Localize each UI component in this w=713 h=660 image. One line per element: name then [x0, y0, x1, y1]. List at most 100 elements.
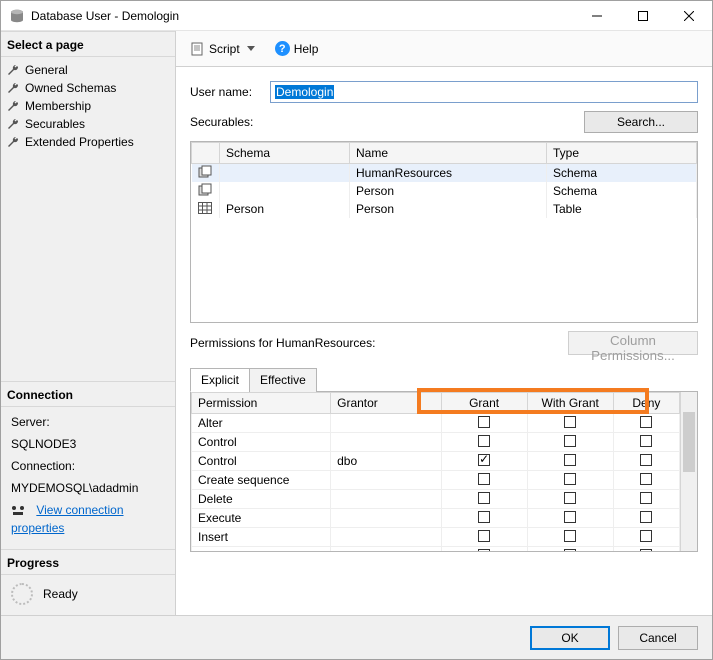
checkbox-cell[interactable] [527, 433, 613, 452]
window-title: Database User - Demologin [31, 9, 574, 23]
col-name[interactable]: Name [350, 143, 547, 164]
tab-explicit[interactable]: Explicit [190, 368, 250, 392]
checkbox-icon[interactable] [564, 473, 576, 485]
vertical-scrollbar[interactable] [680, 392, 697, 551]
checkbox-cell[interactable] [613, 490, 679, 509]
close-button[interactable] [666, 1, 712, 31]
checkbox-icon[interactable] [478, 530, 490, 542]
user-name-input[interactable]: Demologin [270, 81, 698, 103]
nav-item-general[interactable]: General [1, 61, 175, 79]
search-button[interactable]: Search... [584, 111, 698, 133]
checkbox-cell[interactable] [441, 490, 527, 509]
securables-grid[interactable]: Schema Name Type HumanResourcesSchemaPer… [190, 141, 698, 323]
nav-item-owned-schemas[interactable]: Owned Schemas [1, 79, 175, 97]
minimize-button[interactable] [574, 1, 620, 31]
cancel-button[interactable]: Cancel [618, 626, 698, 650]
dialog-footer: OK Cancel [1, 615, 712, 659]
cell-permission: Control [192, 452, 331, 471]
ok-button[interactable]: OK [530, 626, 610, 650]
col-schema[interactable]: Schema [220, 143, 350, 164]
cell-grantor [331, 547, 441, 552]
checkbox-icon[interactable] [564, 511, 576, 523]
checkbox-cell[interactable] [613, 528, 679, 547]
checkbox-icon[interactable] [640, 549, 652, 552]
permission-row[interactable]: References [192, 547, 680, 552]
checkbox-cell[interactable] [527, 452, 613, 471]
securable-row[interactable]: HumanResourcesSchema [192, 164, 697, 183]
checkbox-cell[interactable] [613, 471, 679, 490]
checkbox-cell[interactable] [441, 433, 527, 452]
checkbox-cell[interactable] [527, 547, 613, 552]
checkbox-icon[interactable] [478, 416, 490, 428]
checkbox-cell[interactable] [441, 452, 527, 471]
checkbox-cell[interactable] [441, 414, 527, 433]
permission-row[interactable]: Control [192, 433, 680, 452]
checkbox-icon[interactable] [640, 492, 652, 504]
tab-effective[interactable]: Effective [249, 368, 317, 392]
securable-row[interactable]: PersonSchema [192, 182, 697, 200]
cell-type: Schema [547, 164, 697, 183]
checkbox-icon[interactable] [564, 549, 576, 552]
checkbox-cell[interactable] [441, 547, 527, 552]
checkbox-icon[interactable] [478, 549, 490, 552]
checkbox-icon[interactable] [478, 454, 490, 466]
nav-item-membership[interactable]: Membership [1, 97, 175, 115]
checkbox-cell[interactable] [527, 414, 613, 433]
wrench-icon [7, 136, 19, 148]
col-deny[interactable]: Deny [613, 393, 679, 414]
checkbox-cell[interactable] [527, 471, 613, 490]
permission-row[interactable]: Execute [192, 509, 680, 528]
checkbox-icon[interactable] [640, 530, 652, 542]
permissions-grid[interactable]: Permission Grantor Grant With Grant Deny… [190, 392, 698, 552]
checkbox-cell[interactable] [441, 509, 527, 528]
checkbox-icon[interactable] [478, 511, 490, 523]
checkbox-cell[interactable] [441, 471, 527, 490]
col-grant[interactable]: Grant [441, 393, 527, 414]
checkbox-cell[interactable] [613, 414, 679, 433]
scrollbar-thumb[interactable] [683, 412, 695, 472]
col-grantor[interactable]: Grantor [331, 393, 441, 414]
checkbox-icon[interactable] [640, 454, 652, 466]
col-icon[interactable] [192, 143, 220, 164]
progress-status: Ready [43, 587, 78, 601]
help-button[interactable]: ? Help [268, 37, 326, 60]
checkbox-icon[interactable] [478, 435, 490, 447]
content-area: User name: Demologin Securables: Search.… [176, 67, 712, 615]
checkbox-icon[interactable] [478, 473, 490, 485]
securable-row[interactable]: PersonPersonTable [192, 200, 697, 218]
view-connection-properties-link[interactable]: View connection properties [11, 503, 124, 535]
maximize-button[interactable] [620, 1, 666, 31]
checkbox-cell[interactable] [613, 433, 679, 452]
col-permission[interactable]: Permission [192, 393, 331, 414]
checkbox-icon[interactable] [640, 435, 652, 447]
checkbox-cell[interactable] [527, 509, 613, 528]
checkbox-cell[interactable] [613, 452, 679, 471]
checkbox-icon[interactable] [640, 473, 652, 485]
nav-item-extended-properties[interactable]: Extended Properties [1, 133, 175, 151]
checkbox-cell[interactable] [527, 490, 613, 509]
permission-row[interactable]: Delete [192, 490, 680, 509]
checkbox-icon[interactable] [640, 416, 652, 428]
permission-row[interactable]: Controldbo [192, 452, 680, 471]
permission-row[interactable]: Insert [192, 528, 680, 547]
checkbox-cell[interactable] [527, 528, 613, 547]
nav-item-securables[interactable]: Securables [1, 115, 175, 133]
permission-row[interactable]: Alter [192, 414, 680, 433]
checkbox-cell[interactable] [613, 509, 679, 528]
col-type[interactable]: Type [547, 143, 697, 164]
cell-name: HumanResources [350, 164, 547, 183]
col-with-grant[interactable]: With Grant [527, 393, 613, 414]
securables-label: Securables: [190, 115, 584, 129]
cell-permission: Execute [192, 509, 331, 528]
checkbox-icon[interactable] [640, 511, 652, 523]
script-button[interactable]: Script [184, 38, 262, 60]
permission-row[interactable]: Create sequence [192, 471, 680, 490]
checkbox-icon[interactable] [564, 416, 576, 428]
checkbox-cell[interactable] [613, 547, 679, 552]
checkbox-icon[interactable] [564, 492, 576, 504]
checkbox-cell[interactable] [441, 528, 527, 547]
checkbox-icon[interactable] [564, 530, 576, 542]
checkbox-icon[interactable] [564, 435, 576, 447]
checkbox-icon[interactable] [564, 454, 576, 466]
checkbox-icon[interactable] [478, 492, 490, 504]
